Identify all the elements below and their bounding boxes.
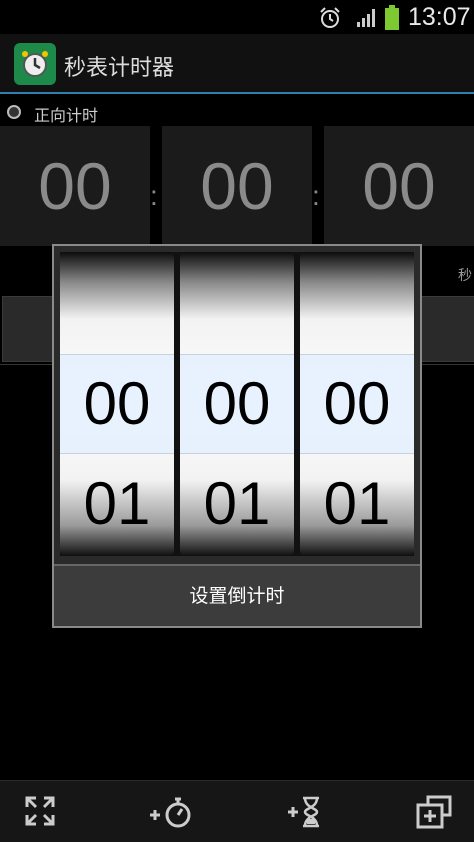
alarm-icon [318,6,342,34]
background-button [2,296,58,362]
seconds-value: 00 [362,149,436,223]
time-picker: 00 01 00 01 00 01 [60,252,414,556]
status-time: 13:07 [408,3,471,31]
hours-display: 00 [0,126,150,246]
hours-wheel[interactable]: 00 01 [60,252,174,556]
status-bar: 13:07 [0,0,474,34]
signal-icon [356,8,378,32]
minutes-wheel[interactable]: 00 01 [180,252,294,556]
minutes-display: 00 [162,126,312,246]
wheel-next-value: 01 [83,470,151,537]
seconds-wheel[interactable]: 00 01 [300,252,414,556]
seconds-display: 00 [324,126,474,246]
seconds-unit-label: 秒 [458,268,472,284]
countdown-dialog: 00 01 00 01 00 01 设置倒计时 [52,244,422,628]
action-bar: 秒表计时器 [0,34,474,94]
wheel-selected-value: 00 [323,370,391,437]
set-countdown-button[interactable]: 设置倒计时 [54,564,420,626]
fullscreen-icon[interactable] [24,795,56,831]
hours-value: 00 [38,149,112,223]
minutes-value: 00 [200,149,274,223]
time-separator: : [150,180,158,211]
wheel-next-value: 01 [203,470,271,537]
background-button [420,296,474,362]
app-title: 秒表计时器 [64,56,175,81]
wheel-next-value: 01 [323,470,391,537]
count-mode-label: 正向计时 [34,106,99,125]
add-window-icon[interactable] [416,795,452,833]
battery-icon [384,5,400,35]
bottom-toolbar [0,780,474,842]
wheel-selected-value: 00 [203,370,271,437]
time-separator: : [312,180,320,211]
wheel-selected-value: 00 [83,370,151,437]
count-up-radio[interactable] [7,105,21,119]
app-logo-icon[interactable] [14,43,56,85]
count-mode-row[interactable]: 正向计时 [0,96,474,126]
add-stopwatch-icon[interactable] [148,795,194,833]
add-hourglass-icon[interactable] [286,795,322,833]
